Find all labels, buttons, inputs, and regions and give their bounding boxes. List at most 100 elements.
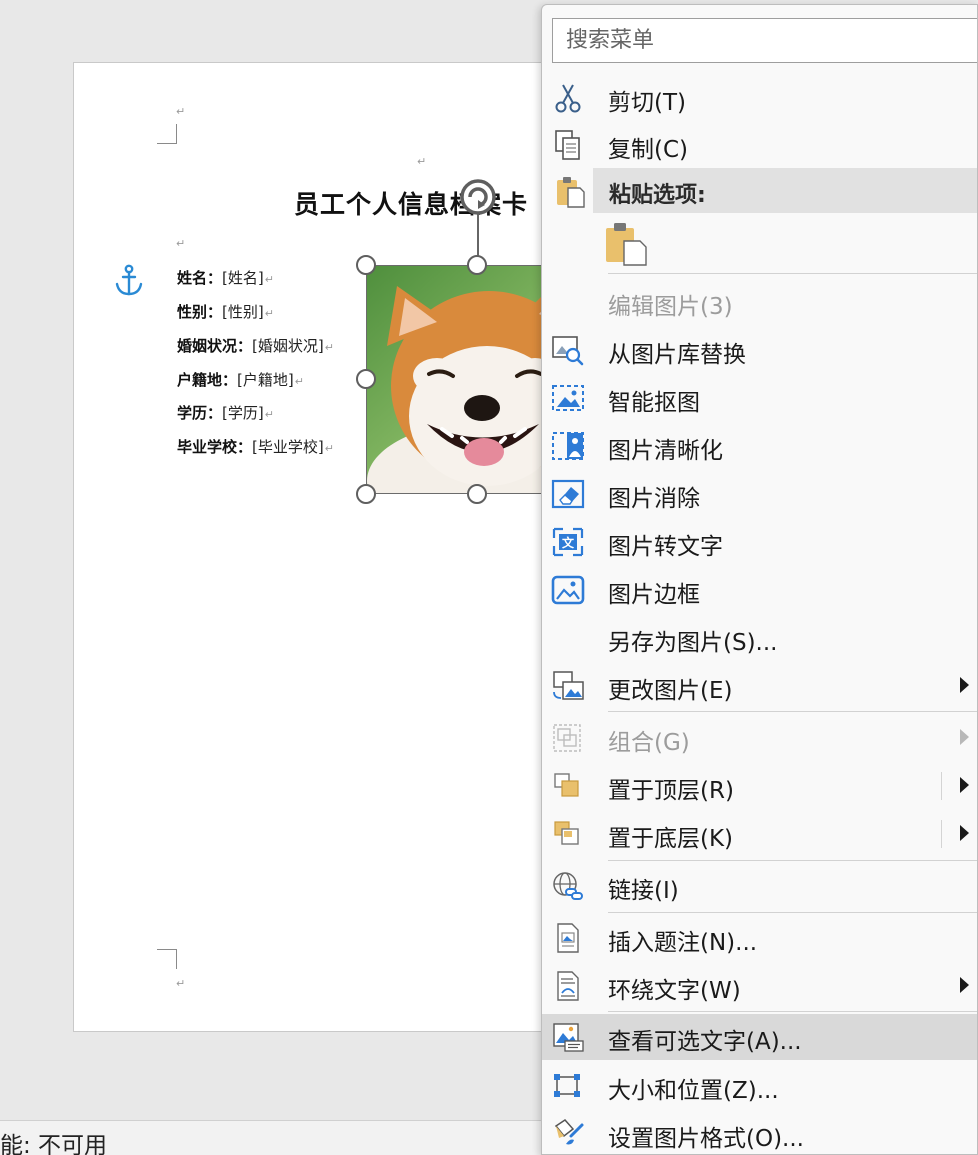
- menu-separator: [608, 273, 977, 274]
- field-value: [婚姻状况]: [252, 337, 324, 355]
- menu-item-replace-from-library[interactable]: 从图片库替换: [542, 327, 977, 373]
- menu-item-label: 环绕文字(W): [608, 978, 741, 1004]
- paragraph-mark: ↵: [294, 375, 304, 388]
- paste-options-label: 粘贴选项:: [609, 183, 706, 208]
- paragraph-mark: ↵: [264, 273, 274, 286]
- submenu-arrow-icon: [960, 729, 969, 745]
- document-page[interactable]: ↵ ↵ 员工个人信息档案卡 ↵ 姓名：[姓名]↵ 性别：[性别]↵ 婚姻状况：[…: [73, 62, 626, 1032]
- paragraph-mark: ↵: [176, 105, 186, 118]
- paragraph-mark: ↵: [176, 237, 186, 250]
- menu-item-edit-picture[interactable]: 编辑图片(3): [542, 279, 977, 325]
- menu-item-label: 链接(I): [608, 878, 679, 904]
- menu-item-erase-picture[interactable]: 图片消除: [542, 471, 977, 517]
- submenu-arrow-icon: [960, 777, 969, 793]
- context-menu: 搜索菜单 剪切(T) 复制(C) 粘贴选项: 编辑图片(3) 从图片库替换 智能…: [541, 4, 978, 1155]
- menu-item-label: 设置图片格式(O)...: [608, 1126, 804, 1152]
- search-menu-input[interactable]: 搜索菜单: [552, 18, 977, 63]
- menu-item-format-picture[interactable]: 设置图片格式(O)...: [542, 1111, 977, 1154]
- paragraph-mark: ↵: [264, 307, 274, 320]
- link-icon: [553, 872, 583, 900]
- image-border-icon: [551, 575, 585, 605]
- resize-handle-bottom-left[interactable]: [356, 484, 376, 504]
- alt-text-icon: [553, 1023, 584, 1052]
- field-value: [户籍地]: [237, 371, 294, 389]
- field-value: [性别]: [222, 303, 264, 321]
- image-search-icon: [552, 336, 584, 366]
- menu-item-wrap-text[interactable]: 环绕文字(W): [542, 963, 977, 1009]
- menu-item-send-to-back[interactable]: 置于底层(K): [542, 811, 977, 857]
- menu-item-enhance-picture[interactable]: 图片清晰化: [542, 423, 977, 469]
- field-school[interactable]: 毕业学校：[毕业学校]↵: [177, 436, 334, 457]
- menu-item-bring-to-front[interactable]: 置于顶层(R): [542, 763, 977, 809]
- menu-item-label: 编辑图片(3): [608, 294, 733, 320]
- menu-item-group[interactable]: 组合(G): [542, 715, 977, 761]
- menu-item-size-and-position[interactable]: 大小和位置(Z)...: [542, 1063, 977, 1109]
- menu-item-label: 插入题注(N)...: [608, 930, 758, 956]
- field-household-register[interactable]: 户籍地：[户籍地]↵: [177, 369, 304, 390]
- menu-item-label: 大小和位置(Z)...: [608, 1078, 779, 1104]
- menu-item-label: 更改图片(E): [608, 678, 733, 704]
- paste-keep-source-icon[interactable]: [604, 221, 648, 267]
- menu-separator: [608, 711, 977, 712]
- menu-item-label: 另存为图片(S)...: [608, 630, 778, 656]
- paste-options-header: 粘贴选项:: [593, 168, 977, 213]
- field-marital-status[interactable]: 婚姻状况：[婚姻状况]↵: [177, 335, 334, 356]
- anchor-icon[interactable]: [114, 264, 144, 298]
- menu-item-cut[interactable]: 剪切(T): [542, 75, 977, 121]
- field-name[interactable]: 姓名：[姓名]↵: [177, 267, 274, 288]
- size-position-icon: [554, 1074, 580, 1097]
- menu-item-label: 组合(G): [608, 730, 690, 756]
- menu-item-label: 从图片库替换: [608, 342, 746, 368]
- menu-item-label: 图片消除: [608, 486, 700, 512]
- menu-item-image-to-text[interactable]: 文 图片转文字: [542, 519, 977, 565]
- rotate-handle-icon[interactable]: [459, 178, 497, 216]
- paragraph-mark: ↵: [324, 341, 334, 354]
- insert-caption-icon: [557, 923, 579, 953]
- menu-item-insert-caption[interactable]: 插入题注(N)...: [542, 915, 977, 961]
- image-to-text-icon: 文: [552, 527, 584, 557]
- svg-text:文: 文: [562, 535, 575, 550]
- menu-separator: [608, 912, 977, 913]
- format-picture-icon: [554, 1119, 584, 1145]
- bring-to-front-icon: [554, 773, 579, 797]
- send-to-back-icon: [554, 821, 579, 845]
- resize-handle-bottom[interactable]: [467, 484, 487, 504]
- accessibility-status[interactable]: 能: 不可用: [0, 1126, 107, 1155]
- field-education[interactable]: 学历：[学历]↵: [177, 402, 274, 423]
- menu-item-label: 复制(C): [608, 137, 689, 163]
- resize-handle-left[interactable]: [356, 369, 376, 389]
- paragraph-mark: ↵: [176, 977, 186, 990]
- change-picture-icon: [553, 671, 584, 700]
- field-label: 户籍地：: [177, 371, 238, 389]
- field-value: [毕业学校]: [252, 438, 324, 456]
- menu-item-change-picture[interactable]: 更改图片(E): [542, 663, 977, 709]
- scissors-icon: [555, 84, 581, 113]
- field-label: 姓名：: [177, 269, 223, 287]
- resize-handle-top[interactable]: [467, 255, 487, 275]
- menu-item-label: 查看可选文字(A)...: [608, 1029, 802, 1055]
- menu-item-view-alt-text[interactable]: 查看可选文字(A)...: [542, 1014, 977, 1060]
- field-label: 婚姻状况：: [177, 337, 253, 355]
- margin-corner-top-left: [157, 124, 177, 144]
- menu-item-smart-cutout[interactable]: 智能抠图: [542, 375, 977, 421]
- menu-item-label: 置于底层(K): [608, 826, 734, 852]
- menu-item-picture-border[interactable]: 图片边框: [542, 567, 977, 613]
- split-divider: [941, 772, 942, 800]
- split-divider: [941, 820, 942, 848]
- menu-item-label: 图片清晰化: [608, 438, 723, 464]
- submenu-arrow-icon: [960, 977, 969, 993]
- menu-item-save-as-picture[interactable]: 另存为图片(S)...: [542, 615, 977, 661]
- field-gender[interactable]: 性别：[性别]↵: [177, 301, 274, 322]
- paste-icon: [557, 177, 585, 208]
- menu-item-label: 图片边框: [608, 582, 700, 608]
- smart-cutout-icon: [552, 385, 584, 411]
- menu-item-label: 图片转文字: [608, 534, 723, 560]
- margin-corner-bottom-left: [157, 949, 177, 969]
- eraser-icon: [551, 479, 585, 509]
- menu-item-link[interactable]: 链接(I): [542, 863, 977, 909]
- field-value: [姓名]: [222, 269, 264, 287]
- menu-separator: [608, 1011, 977, 1012]
- menu-item-copy[interactable]: 复制(C): [542, 122, 977, 168]
- menu-item-label: 智能抠图: [608, 390, 700, 416]
- resize-handle-top-left[interactable]: [356, 255, 376, 275]
